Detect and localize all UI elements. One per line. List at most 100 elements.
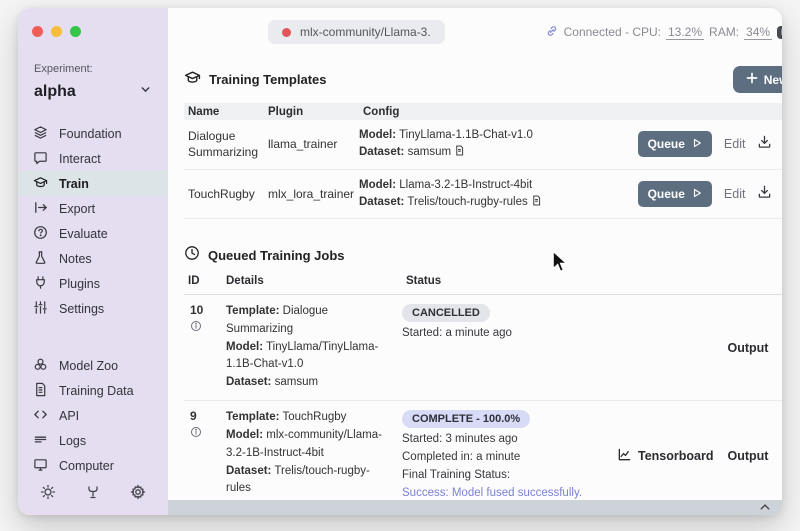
job-started: Started: 3 minutes ago xyxy=(402,433,518,446)
cpu-value: 13.2% xyxy=(666,24,705,40)
chevron-down-icon xyxy=(139,83,152,101)
template-dataset: Dataset: Trelis/touch-rugby-rules xyxy=(359,194,626,211)
topbar: mlx-community/Llama-3. Connected - CPU: … xyxy=(168,8,782,56)
status-badge: COMPLETE - 100.0% xyxy=(402,410,531,429)
job-actions: Output xyxy=(617,303,782,392)
github-button[interactable] xyxy=(85,484,101,505)
job-id: 9 xyxy=(190,409,197,424)
status-badge: CANCELLED xyxy=(402,304,490,322)
gear-icon xyxy=(130,484,146,505)
queue-button[interactable]: Queue xyxy=(637,180,712,207)
theme-toggle-button[interactable] xyxy=(40,484,56,505)
sidebar-item-plugins[interactable]: Plugins xyxy=(18,271,168,296)
template-name: TouchRugby xyxy=(188,186,255,201)
logs-icon xyxy=(33,432,48,450)
job-status: CANCELLED Started: a minute ago xyxy=(402,303,617,392)
sidebar-item-interact[interactable]: Interact xyxy=(18,146,168,171)
sidebar-item-logs[interactable]: Logs xyxy=(18,428,168,453)
template-row-touchrugby: TouchRugby mlx_lora_trainer Model: Llama… xyxy=(184,170,782,219)
sidebar-item-label: Settings xyxy=(59,301,105,316)
flask-icon xyxy=(33,250,48,268)
sidebar-item-settings[interactable]: Settings xyxy=(18,296,168,321)
queue-button[interactable]: Queue xyxy=(637,131,712,158)
close-window-button[interactable] xyxy=(32,26,43,37)
tensorboard-button[interactable]: Tensorboard xyxy=(617,447,713,465)
template-plugin: llama_trainer xyxy=(268,137,338,152)
template-model: Model: TinyLlama-1.1B-Chat-v1.0 xyxy=(359,129,533,141)
chevron-up-icon xyxy=(759,499,771,516)
app-window: Experiment: alpha Foundation Interact Tr… xyxy=(18,8,782,515)
sidebar-item-label: Model Zoo xyxy=(59,358,119,373)
sidebar-item-export[interactable]: Export xyxy=(18,196,168,221)
output-button[interactable]: Output xyxy=(727,341,768,355)
queued-jobs-section: Queued Training Jobs ID Details Status 1… xyxy=(184,245,782,515)
job-started: Started: a minute ago xyxy=(402,327,512,339)
desktop: Experiment: alpha Foundation Interact Tr… xyxy=(0,0,800,531)
sidebar-item-foundation[interactable]: Foundation xyxy=(18,121,168,146)
edit-button[interactable]: Edit xyxy=(724,137,746,151)
export-template-button[interactable] xyxy=(757,184,772,204)
new-button-label: New xyxy=(763,72,782,87)
sidebar-item-api[interactable]: API xyxy=(18,403,168,428)
minimize-window-button[interactable] xyxy=(51,26,62,37)
queued-jobs-header: Queued Training Jobs xyxy=(184,245,782,266)
sidebar-footer xyxy=(18,484,168,505)
template-dataset: Dataset: samsum xyxy=(359,144,626,161)
job-actions: Tensorboard Output xyxy=(617,409,782,502)
sidebar-item-train[interactable]: Train xyxy=(18,171,168,196)
sidebar-item-label: Export xyxy=(59,201,96,216)
column-header-plugin: Plugin xyxy=(268,105,304,118)
model-zoo-icon xyxy=(33,357,48,375)
column-header-name: Name xyxy=(188,105,220,118)
bottom-drawer-toggle[interactable] xyxy=(168,500,782,515)
template-actions: Queue Edit xyxy=(626,180,782,207)
templates-table-header: Name Plugin Config xyxy=(184,103,782,120)
sidebar-item-label: Evaluate xyxy=(59,226,108,241)
edit-button[interactable]: Edit xyxy=(724,187,746,201)
template-model: Model: Llama-3.2-1B-Instruct-4bit xyxy=(359,178,533,191)
connection-status: Connected - CPU: 13.2% RAM: 34% MLX xyxy=(545,24,782,41)
new-template-button[interactable]: New xyxy=(732,66,782,93)
templates-table: Name Plugin Config Dialogue Summarizing … xyxy=(184,103,782,219)
sidebar-item-notes[interactable]: Notes xyxy=(18,246,168,271)
monitor-icon xyxy=(33,457,48,475)
sidebar-item-training-data[interactable]: Training Data xyxy=(18,378,168,403)
dataset-file-icon xyxy=(533,195,541,206)
zoom-window-button[interactable] xyxy=(70,26,81,37)
job-status: COMPLETE - 100.0% Started: 3 minutes ago… xyxy=(402,409,617,502)
sidebar-item-evaluate[interactable]: Evaluate xyxy=(18,221,168,246)
template-actions: Queue Edit xyxy=(626,131,782,158)
model-status-dot xyxy=(282,27,291,37)
graduation-cap-icon xyxy=(33,175,48,193)
job-details: Template: TouchRugby Model: mlx-communit… xyxy=(226,411,382,495)
jobs-table-header: ID Details Status xyxy=(184,266,782,295)
window-controls xyxy=(18,22,168,37)
main-panel: mlx-community/Llama-3. Connected - CPU: … xyxy=(168,8,782,515)
job-final-status-label: Final Training Status: xyxy=(402,468,511,481)
clock-icon xyxy=(184,245,200,266)
info-icon[interactable] xyxy=(190,320,202,335)
export-arrow-icon xyxy=(33,200,48,218)
column-header-details: Details xyxy=(226,275,264,287)
experiment-selector[interactable]: alpha xyxy=(18,75,168,101)
content: Training Templates New Name Plugin Confi… xyxy=(168,56,782,515)
sidebar-item-label: Plugins xyxy=(59,276,100,291)
sidebar-item-model-zoo[interactable]: Model Zoo xyxy=(18,353,168,378)
chat-bubble-icon xyxy=(33,150,48,168)
current-model-pill[interactable]: mlx-community/Llama-3. xyxy=(268,20,445,44)
job-details: Template: Dialogue Summarizing Model: Ti… xyxy=(226,305,379,389)
experiment-name: alpha xyxy=(34,83,76,100)
sidebar-item-computer[interactable]: Computer xyxy=(18,453,168,478)
job-row-10: 10 Template: Dialogue Summarizing Model:… xyxy=(184,295,782,402)
play-icon xyxy=(692,137,702,151)
code-icon xyxy=(33,407,48,425)
settings-gear-button[interactable] xyxy=(130,484,146,505)
sidebar-item-label: Logs xyxy=(59,433,87,448)
export-template-button[interactable] xyxy=(757,134,772,154)
sidebar-item-label: Notes xyxy=(59,251,92,266)
current-model-name: mlx-community/Llama-3. xyxy=(300,25,431,39)
template-name: Dialogue Summarizing xyxy=(188,129,259,160)
info-icon[interactable] xyxy=(190,426,202,441)
output-button[interactable]: Output xyxy=(727,449,768,463)
